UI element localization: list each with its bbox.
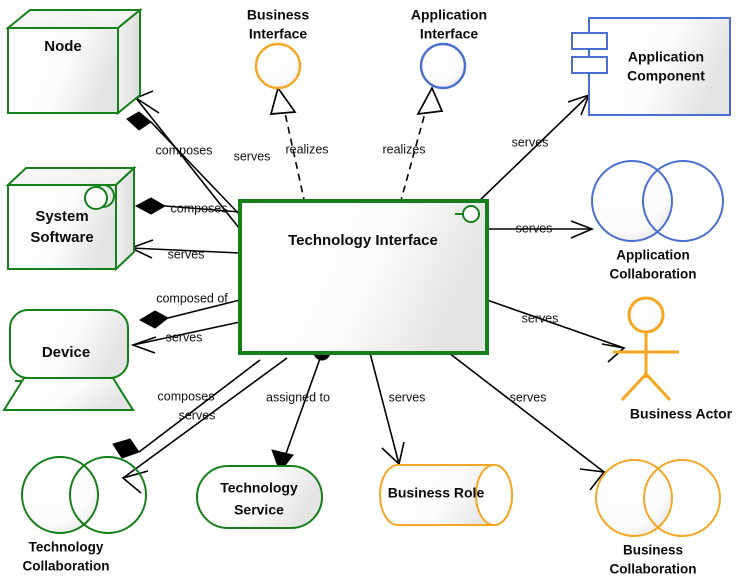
business-actor-leg-right-icon [644,372,672,402]
element-business-interface-label-line2: Interface [249,26,308,42]
rel-label-device-serves: serves [166,330,203,344]
business-actor-head-icon [627,296,665,334]
rel-label-business-collaboration-serves: serves [510,390,547,404]
element-application-interface-label-line1: Application [411,7,487,23]
lollipop-circle-icon [462,205,480,223]
rel-label-application-collaboration-serves: serves [516,221,553,235]
rel-label-technology-service-assigned-to: assigned to [266,390,330,404]
element-business-interface[interactable]: Business Interface [247,7,309,90]
element-application-collaboration-label-line1: Application [616,248,690,263]
element-system-software[interactable]: System Software [5,165,137,272]
element-business-actor-label: Business Actor [630,406,733,422]
rel-label-system-software-composes: composes [171,201,228,215]
element-business-collaboration-label-line1: Business [623,543,683,558]
element-system-software-label-line2: Software [30,229,93,246]
element-application-component-label-line2: Component [627,68,705,84]
element-technology-collaboration-label-line1: Technology [29,540,104,555]
business-interface-circle-icon [254,42,302,90]
business-actor-leg-left-icon [620,372,648,402]
element-business-actor[interactable]: Business Actor [613,296,733,422]
rel-label-application-component-serves: serves [512,135,549,149]
business-collaboration-circle-left-icon [595,459,673,537]
system-software-circle-front-icon [84,186,108,210]
rel-label-business-actor-serves: serves [522,311,559,325]
element-application-interface[interactable]: Application Interface [411,7,487,90]
element-technology-collaboration-label-line2: Collaboration [23,559,110,574]
element-technology-service-label-line2: Service [234,502,284,518]
element-node[interactable]: Node [5,7,143,116]
component-tab-upper-icon [571,32,608,50]
element-application-component-label-line1: Application [628,49,704,65]
element-technology-service[interactable]: Technology Service [196,465,323,529]
rel-business-role-serves[interactable] [369,352,405,466]
rel-label-business-interface-realizes: realizes [285,142,328,156]
rel-label-technology-collaboration-composes: composes [158,389,215,403]
element-device[interactable]: Device [2,309,135,411]
rel-node-composes[interactable] [126,111,241,216]
element-technology-interface-label: Technology Interface [288,232,438,249]
element-device-label: Device [42,344,90,361]
archimate-diagram-canvas: composes serves realizes realizes serves… [0,0,742,587]
element-business-collaboration[interactable]: Business Collaboration [595,459,721,577]
application-interface-circle-icon [419,42,467,90]
element-technology-service-label-line1: Technology [220,480,298,496]
rel-label-node-composes: composes [156,143,213,157]
rel-label-node-serves: serves [234,149,271,163]
element-system-software-label-line1: System [35,208,88,225]
element-application-interface-label-line2: Interface [420,26,479,42]
technology-collaboration-circle-left-icon [21,456,99,534]
rel-label-application-interface-realizes: realizes [382,142,425,156]
element-application-collaboration[interactable]: Application Collaboration [591,160,724,282]
rel-label-business-role-serves: serves [389,390,426,404]
element-business-collaboration-label-line2: Collaboration [610,562,697,577]
rel-business-actor-serves[interactable] [486,299,626,363]
rel-label-technology-collaboration-serves: serves [179,408,216,422]
element-application-component[interactable]: Application Component [571,17,731,116]
element-business-role-label: Business Role [388,485,485,501]
rel-label-system-software-serves: serves [168,247,205,261]
application-collaboration-circle-left-icon [591,160,673,242]
element-business-role[interactable]: Business Role [379,464,513,526]
element-technology-interface[interactable]: Technology Interface [238,199,489,355]
diagram-svg: composes serves realizes realizes serves… [2,7,733,577]
rel-label-device-composed-of: composed of [156,291,228,305]
element-business-interface-label-line1: Business [247,7,309,23]
element-node-label: Node [44,38,82,55]
component-tab-lower-icon [571,56,608,74]
element-application-collaboration-label-line2: Collaboration [610,267,697,282]
